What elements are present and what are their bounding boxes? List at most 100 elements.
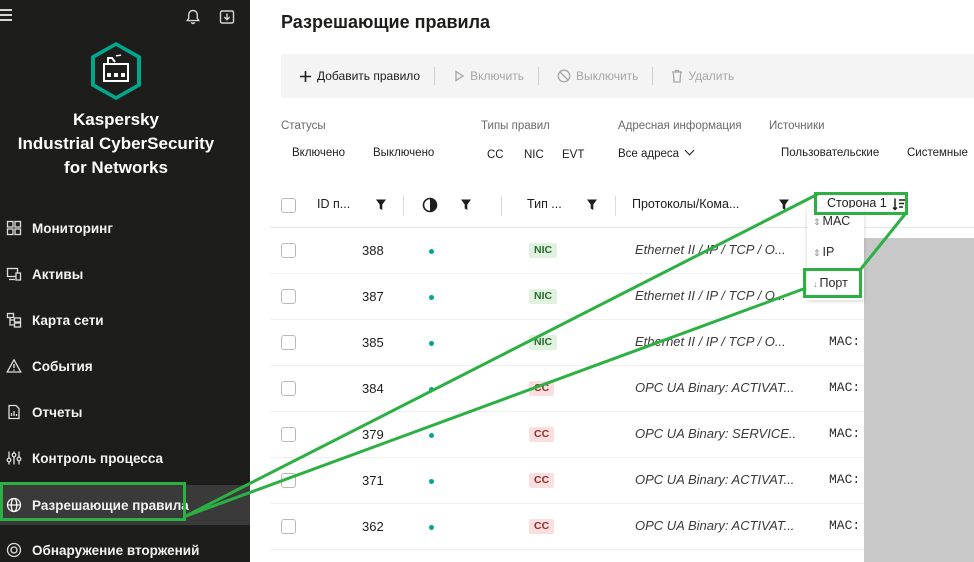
rule-protocol: Ethernet II / IP / TCP / O...	[635, 288, 786, 303]
sort-option-ip[interactable]: ⇕ IP	[813, 245, 834, 259]
add-rule-label: Добавить правило	[317, 69, 421, 83]
rule-type-badge: CC	[529, 427, 555, 442]
status-dot-icon	[429, 341, 434, 346]
sidebar-item-label: Мониторинг	[32, 220, 113, 236]
sidebar-item-process-control[interactable]: Контроль процесса	[0, 438, 250, 478]
column-header-protocols[interactable]: Протоколы/Кома...	[632, 197, 739, 211]
status-dot-icon	[429, 433, 434, 438]
sidebar-item-label: Карта сети	[32, 312, 104, 328]
rule-side1: MAC:	[829, 518, 861, 533]
block-icon	[557, 69, 571, 83]
sort-arrows-icon: ⇕	[813, 248, 821, 258]
sidebar-item-label: Обнаружение вторжений	[32, 542, 200, 558]
sidebar: Kaspersky Industrial CyberSecurity for N…	[0, 0, 250, 562]
product-name: Kaspersky Industrial CyberSecurity for N…	[0, 108, 232, 180]
loading-overlay	[864, 238, 974, 562]
rule-type-badge: NIC	[529, 289, 558, 304]
trash-icon	[672, 69, 683, 83]
plus-icon	[300, 70, 311, 82]
report-icon	[8, 404, 20, 420]
source-user-option[interactable]: Пользовательские	[781, 147, 879, 159]
sidebar-item-label: Отчеты	[32, 404, 83, 420]
status-dot-icon	[429, 479, 434, 484]
filter-bar: Статусы Включено Выключено Типы правил C…	[281, 118, 974, 168]
address-filter-label: Адресная информация	[618, 120, 742, 132]
disable-label: Выключить	[575, 69, 639, 83]
filter-icon[interactable]	[375, 198, 387, 212]
status-dot-icon	[429, 249, 434, 254]
rule-side1: MAC:	[829, 334, 861, 349]
type-nic-option[interactable]: NIC	[524, 149, 544, 161]
rule-protocol: OPC UA Binary: ACTIVAT...	[635, 472, 795, 487]
row-checkbox[interactable]	[281, 243, 296, 258]
rule-id: 387	[362, 289, 384, 304]
sources-filter-label: Источники	[769, 120, 825, 132]
status-enabled-option[interactable]: Включено	[292, 147, 345, 159]
sort-option-mac[interactable]: ⇕ MAC	[813, 214, 850, 228]
filter-icon[interactable]	[460, 198, 472, 212]
sidebar-item-assets[interactable]: Активы	[0, 254, 250, 294]
brand-line-3: for Networks	[64, 158, 168, 177]
rule-type-badge: NIC	[529, 243, 558, 258]
sidebar-item-events[interactable]: События	[0, 346, 250, 386]
highlight-sidebar-item	[0, 482, 186, 521]
column-header-type[interactable]: Тип ...	[527, 197, 562, 211]
delete-button[interactable]: Удалить	[653, 54, 748, 98]
download-icon[interactable]	[218, 8, 236, 26]
rule-protocol: OPC UA Binary: ACTIVAT...	[635, 380, 795, 395]
status-dot-icon	[429, 387, 434, 392]
enable-button[interactable]: Включить	[435, 54, 538, 98]
sidebar-item-label: Активы	[32, 266, 84, 282]
rule-protocol: OPC UA Binary: ACTIVAT...	[635, 518, 795, 533]
filter-icon[interactable]	[778, 198, 790, 212]
row-checkbox[interactable]	[281, 427, 296, 442]
sidebar-item-monitoring[interactable]: Мониторинг	[0, 208, 250, 248]
brand-line-1: Kaspersky	[72, 110, 159, 129]
status-disabled-option[interactable]: Выключено	[373, 147, 434, 159]
row-checkbox[interactable]	[281, 289, 296, 304]
network-map-icon	[6, 312, 22, 328]
status-dot-icon	[429, 295, 434, 300]
rule-id: 379	[362, 427, 384, 442]
sort-option-label: MAC	[822, 214, 851, 228]
disable-button[interactable]: Выключить	[539, 54, 652, 98]
add-rule-button[interactable]: Добавить правило	[281, 54, 434, 98]
rule-side1: MAC:	[829, 426, 861, 441]
sidebar-item-label: Контроль процесса	[32, 450, 163, 466]
column-header-id[interactable]: ID п...	[317, 197, 350, 211]
rule-protocol: OPC UA Binary: SERVICE...	[635, 426, 795, 441]
column-divider	[501, 196, 502, 216]
type-cc-option[interactable]: CC	[487, 149, 504, 161]
menu-icon[interactable]	[0, 9, 14, 23]
type-evt-option[interactable]: EVT	[562, 149, 584, 161]
intrusion-icon	[6, 542, 22, 558]
rule-type-badge: CC	[529, 381, 555, 396]
sidebar-item-intrusion-detection[interactable]: Обнаружение вторжений	[0, 530, 250, 562]
column-divider	[615, 196, 616, 216]
toolbar: Добавить правило Включить Выключить Удал…	[281, 54, 974, 98]
address-dropdown[interactable]: Все адреса	[618, 148, 693, 160]
sidebar-item-network-map[interactable]: Карта сети	[0, 300, 250, 340]
process-control-icon	[6, 451, 22, 465]
rule-type-badge: CC	[529, 473, 555, 488]
filter-icon[interactable]	[586, 198, 598, 212]
source-system-option[interactable]: Системные	[907, 147, 968, 159]
row-checkbox[interactable]	[281, 335, 296, 350]
row-checkbox[interactable]	[281, 381, 296, 396]
sort-option-label: IP	[822, 245, 835, 259]
rule-id: 385	[362, 335, 384, 350]
statuses-filter-label: Статусы	[281, 120, 326, 132]
sidebar-top-bar	[0, 0, 250, 34]
row-checkbox[interactable]	[281, 473, 296, 488]
rule-id: 362	[362, 519, 384, 534]
row-checkbox[interactable]	[281, 519, 296, 534]
dashboard-icon	[6, 220, 22, 236]
sidebar-item-label: События	[32, 358, 93, 374]
select-all-checkbox[interactable]	[281, 198, 296, 213]
sidebar-item-reports[interactable]: Отчеты	[0, 392, 250, 432]
bell-icon[interactable]	[184, 8, 202, 26]
sort-arrows-icon: ⇕	[813, 217, 821, 227]
devices-icon	[6, 267, 22, 281]
rule-id: 371	[362, 473, 384, 488]
status-contrast-icon[interactable]	[422, 197, 438, 213]
